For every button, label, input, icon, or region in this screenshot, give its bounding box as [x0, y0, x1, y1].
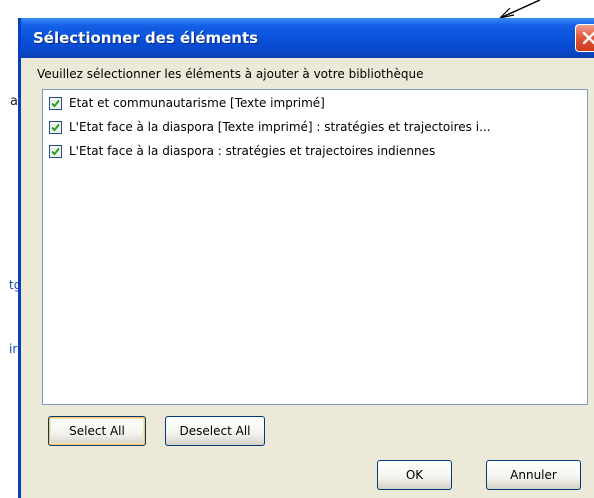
select-all-button[interactable]: Select All — [48, 416, 146, 446]
checkmark-icon — [51, 147, 60, 156]
item-checkbox[interactable] — [49, 145, 62, 158]
item-label: L'Etat face à la diaspora : stratégies e… — [69, 144, 436, 158]
select-items-dialog: Sélectionner des éléments Veuillez sélec… — [18, 18, 594, 498]
list-item[interactable]: L'Etat face à la diaspora : stratégies e… — [49, 143, 583, 161]
list-item[interactable]: L'Etat face à la diaspora [Texte imprimé… — [49, 119, 583, 137]
instruction-text: Veuillez sélectionner les éléments à ajo… — [37, 67, 424, 81]
background-text-fragment: a — [10, 94, 18, 109]
item-label: Etat et communautarisme [Texte imprimé] — [69, 96, 325, 110]
list-item[interactable]: Etat et communautarisme [Texte imprimé] — [49, 95, 583, 113]
close-button[interactable] — [575, 24, 594, 52]
item-checkbox[interactable] — [49, 97, 62, 110]
dialog-title: Sélectionner des éléments — [33, 29, 259, 47]
cancel-button[interactable]: Annuler — [486, 460, 581, 490]
background-link-fragment[interactable]: ir — [9, 342, 17, 356]
item-checkbox[interactable] — [49, 121, 62, 134]
item-label: L'Etat face à la diaspora [Texte imprimé… — [69, 120, 491, 134]
checkmark-icon — [51, 123, 60, 132]
ok-button[interactable]: OK — [377, 460, 452, 490]
deselect-all-button[interactable]: Deselect All — [165, 416, 265, 446]
checkmark-icon — [51, 99, 60, 108]
dialog-titlebar[interactable]: Sélectionner des éléments — [21, 18, 594, 58]
items-listbox[interactable]: Etat et communautarisme [Texte imprimé] … — [42, 89, 588, 405]
close-icon — [582, 31, 594, 45]
